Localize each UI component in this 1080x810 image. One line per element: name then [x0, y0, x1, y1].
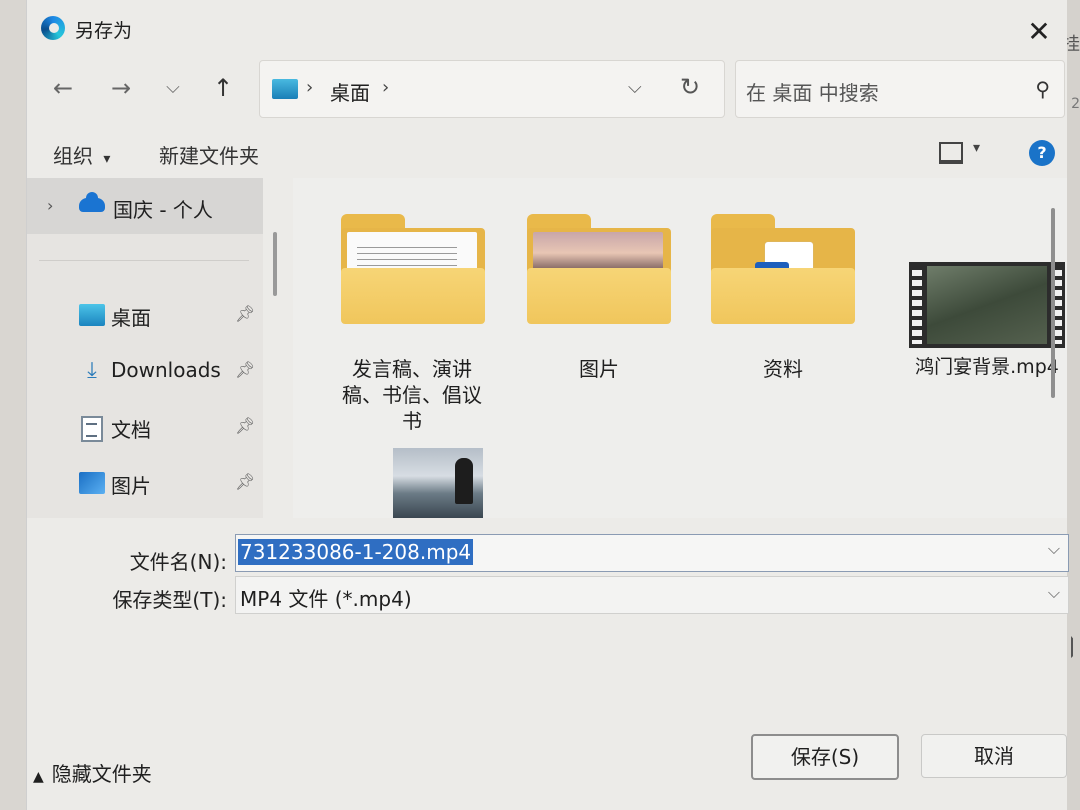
breadcrumb-desktop[interactable]: 桌面 [330, 77, 370, 106]
pictures-icon [79, 472, 105, 494]
save-button[interactable]: 保存(S) [751, 734, 899, 780]
address-bar[interactable]: › 桌面 › ⌵ ↻ [259, 60, 725, 118]
search-icon[interactable]: ⚲ [1035, 77, 1050, 101]
file-label-line: 稿、书信、倡议 [342, 383, 482, 407]
download-icon: ⤓ [87, 358, 97, 383]
video-thumbnail[interactable] [909, 262, 1065, 348]
filetype-label: 保存类型(T): [112, 588, 227, 612]
save-as-dialog: 另存为 ✕ ← → ⌵ ↑ › 桌面 › ⌵ ↻ 在 桌面 中搜索 ⚲ 组织 ▾… [26, 0, 1080, 810]
view-mode-icon[interactable] [939, 142, 963, 164]
expand-chevron-icon[interactable]: › [47, 196, 53, 215]
pin-icon: 📌︎ [235, 416, 256, 435]
file-label-line: 发言稿、演讲 [352, 357, 472, 381]
thumbnail-figure [455, 458, 473, 504]
window-title: 另存为 [75, 20, 133, 42]
document-icon [81, 416, 103, 442]
sidebar-item-downloads[interactable]: ⤓ Downloads 📌︎ [27, 350, 263, 394]
background-window-edge: 挂 2 [1062, 0, 1080, 810]
image-thumbnail[interactable] [393, 448, 483, 518]
file-label-line: 书 [402, 409, 422, 433]
title-bar: 另存为 ✕ [27, 0, 1067, 56]
edge-browser-icon [41, 16, 65, 40]
sidebar-item-label: Downloads [111, 358, 221, 382]
filename-field[interactable]: 731233086-1-208.mp4 ⌵ [235, 534, 1069, 572]
file-list: 发言稿、演讲 稿、书信、倡议 书 图片 W 资料 鸿门宴背景.mp4 [293, 178, 1067, 518]
filename-label: 文件名(N): [129, 550, 227, 574]
video-frame [927, 266, 1047, 344]
sidebar-divider [39, 260, 249, 261]
chevron-up-icon[interactable]: ▲ [33, 769, 44, 785]
filename-dropdown-icon[interactable]: ⌵ [1048, 539, 1060, 559]
sidebar-item-documents[interactable]: 文档 📌︎ [27, 406, 263, 450]
sidebar-item-desktop[interactable]: 桌面 📌︎ [27, 294, 263, 338]
file-list-scrollbar[interactable] [1051, 208, 1055, 398]
view-dropdown-icon[interactable]: ▾ [973, 140, 980, 156]
help-icon[interactable]: ? [1029, 140, 1055, 166]
breadcrumb-separator-icon[interactable]: › [382, 77, 389, 98]
folder-icon [711, 268, 855, 324]
sidebar-item-label: 图片 [111, 474, 151, 498]
partial-glyph-2: 2 [1071, 96, 1080, 112]
pin-icon: 📌︎ [235, 304, 256, 323]
hide-folders-label[interactable]: 隐藏文件夹 [52, 762, 152, 786]
navigation-pane: › 国庆 - 个人 桌面 📌︎ ⤓ Downloads 📌︎ 文档 📌︎ 图片 … [27, 178, 263, 518]
forward-arrow-icon[interactable]: → [103, 70, 139, 106]
folder-item[interactable] [341, 214, 485, 326]
folder-icon [527, 268, 671, 324]
onedrive-cloud-icon [79, 192, 105, 212]
up-arrow-icon[interactable]: ↑ [205, 70, 241, 106]
file-label[interactable]: 资料 [698, 356, 868, 382]
sidebar-item-pictures[interactable]: 图片 📌︎ [27, 462, 263, 506]
pin-icon: 📌︎ [235, 360, 256, 379]
cancel-button[interactable]: 取消 [921, 734, 1067, 778]
folder-item[interactable] [527, 214, 671, 326]
address-dropdown-icon[interactable]: ⌵ [628, 77, 642, 98]
organize-label[interactable]: 组织 [53, 144, 93, 168]
search-box[interactable]: 在 桌面 中搜索 ⚲ [735, 60, 1065, 118]
search-placeholder[interactable]: 在 桌面 中搜索 [746, 77, 879, 106]
organize-dropdown-icon[interactable]: ▾ [103, 151, 110, 167]
file-label[interactable]: 图片 [514, 356, 684, 382]
hide-folders-toggle[interactable]: ▲ 隐藏文件夹 [33, 758, 152, 787]
desktop-folder-icon [272, 79, 298, 99]
filetype-value[interactable]: MP4 文件 (*.mp4) [240, 583, 412, 612]
sidebar-item-label: 文档 [111, 418, 151, 442]
folder-icon [341, 268, 485, 324]
filename-value[interactable]: 731233086-1-208.mp4 [238, 539, 474, 565]
pin-icon: 📌︎ [235, 472, 256, 491]
file-label[interactable]: 鸿门宴背景.mp4 [901, 354, 1073, 380]
sidebar-item-onedrive[interactable]: › 国庆 - 个人 [27, 178, 263, 234]
back-arrow-icon[interactable]: ← [45, 70, 81, 106]
organize-menu[interactable]: 组织 ▾ [53, 140, 110, 169]
sidebar-item-label: 国庆 - 个人 [113, 198, 213, 222]
filetype-select[interactable]: MP4 文件 (*.mp4) ⌵ [235, 576, 1069, 614]
nav-pane-scrollbar[interactable] [273, 232, 277, 296]
filetype-dropdown-icon[interactable]: ⌵ [1048, 583, 1060, 603]
desktop-icon [79, 304, 105, 326]
refresh-icon[interactable]: ↻ [680, 73, 700, 101]
folder-item[interactable]: W [711, 214, 855, 326]
file-label[interactable]: 发言稿、演讲 稿、书信、倡议 书 [327, 356, 497, 434]
recent-locations-chevron-icon[interactable]: ⌵ [155, 70, 191, 106]
breadcrumb-separator-icon[interactable]: › [306, 77, 313, 98]
new-folder-button[interactable]: 新建文件夹 [159, 140, 259, 169]
close-button[interactable]: ✕ [1021, 14, 1057, 50]
sidebar-item-label: 桌面 [111, 306, 151, 330]
screen-bezel-left [0, 0, 26, 810]
